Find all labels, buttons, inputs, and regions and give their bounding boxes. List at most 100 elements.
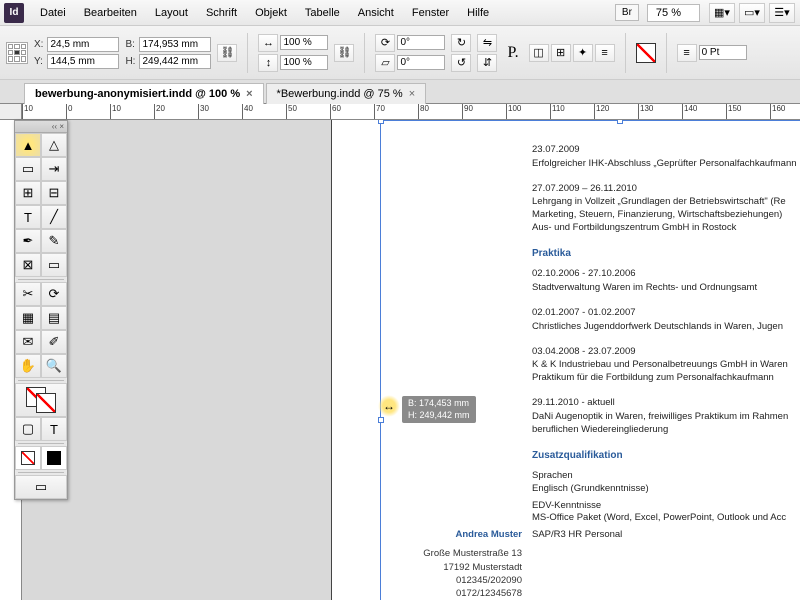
apply-color-icon[interactable]: [41, 446, 67, 470]
menu-layout[interactable]: Layout: [147, 3, 196, 23]
line-tool[interactable]: ╱: [41, 205, 67, 229]
tab-bewerbung-anonymisiert[interactable]: bewerbung-anonymisiert.indd @ 100 % ×: [24, 83, 264, 104]
formatting-container-icon[interactable]: ▢: [15, 417, 41, 441]
cv-entry: 02.10.2006 - 27.10.2006Stadtverwaltung W…: [532, 268, 800, 295]
constrain-scale-icon[interactable]: ⛓: [334, 44, 354, 62]
pencil-tool[interactable]: ✎: [41, 229, 67, 253]
direct-selection-tool[interactable]: △: [41, 133, 67, 157]
sender-name: Andrea Muster: [392, 528, 522, 541]
stroke-weight-input[interactable]: [699, 45, 747, 60]
menu-hilfe[interactable]: Hilfe: [459, 3, 497, 23]
formatting-text-icon[interactable]: T: [41, 417, 67, 441]
ruler-tick: 20: [154, 104, 165, 119]
ruler-tick: 10: [110, 104, 121, 119]
effects-icon[interactable]: ✦: [573, 44, 593, 62]
wrap-icon[interactable]: ≡: [595, 44, 615, 62]
toolbox-panel[interactable]: ‹‹ × ▲ △ ▭ ⇥ ⊞ ⊟ T ╱ ✒ ✎ ⊠ ▭ ✂ ⟳ ▦ ▤ ✉ ✐…: [14, 120, 68, 500]
ruler-tick: 10: [22, 104, 33, 119]
control-bar: X: Y: B: H: ⛓ ↔ ↕ ⛓ ⟳ ▱ ↻ ↺ ⇋ ⇵ P. ◫ ⊞ ✦…: [0, 26, 800, 80]
ruler-tick: 80: [418, 104, 429, 119]
menu-fenster[interactable]: Fenster: [404, 3, 457, 23]
page-tool[interactable]: ▭: [15, 157, 41, 181]
flip-h-icon[interactable]: ⇋: [477, 34, 497, 52]
view-options-icon[interactable]: ▦▾: [709, 3, 735, 23]
zoom-tool[interactable]: 🔍: [41, 354, 67, 378]
ruler-tick: 140: [682, 104, 697, 119]
resize-cursor-icon: ↔: [378, 395, 400, 417]
ruler-tick: 0: [66, 104, 72, 119]
x-label: X:: [34, 39, 43, 50]
scale-y-input[interactable]: [280, 55, 328, 70]
note-tool[interactable]: ✉: [15, 330, 41, 354]
select-container-icon[interactable]: ◫: [529, 44, 549, 62]
x-input[interactable]: [47, 37, 119, 52]
view-mode-toggle[interactable]: ▭: [15, 475, 67, 499]
position-fields: X: Y:: [34, 37, 119, 69]
shear-icon: ▱: [375, 54, 395, 72]
free-transform-tool[interactable]: ⟳: [41, 282, 67, 306]
gradient-feather-tool[interactable]: ▤: [41, 306, 67, 330]
ruler-tick: 60: [330, 104, 341, 119]
select-content-icon[interactable]: ⊞: [551, 44, 571, 62]
document-page[interactable]: ↔ B: 174,453 mm H: 249,442 mm Andrea Mus…: [332, 120, 800, 600]
ruler-origin[interactable]: [0, 104, 22, 120]
fill-swatch[interactable]: [636, 43, 656, 63]
stroke-weight-icon: ≡: [677, 44, 697, 62]
y-input[interactable]: [47, 54, 119, 69]
scale-x-input[interactable]: [280, 35, 328, 50]
rotate-icon: ⟳: [375, 34, 395, 52]
gap-tool[interactable]: ⇥: [41, 157, 67, 181]
sender-column: Andrea Muster Große Musterstraße 13 1719…: [392, 528, 522, 600]
rotate-cw-icon[interactable]: ↻: [451, 34, 471, 52]
cv-entry: 02.01.2007 - 01.02.2007Christliches Juge…: [532, 307, 800, 334]
cv-entry: 23.07.2009Erfolgreicher IHK-Abschluss „G…: [532, 144, 800, 171]
ruler-tick: 110: [550, 104, 565, 119]
fill-stroke-swatch[interactable]: [15, 383, 67, 417]
scale-x-icon: ↔: [258, 34, 278, 52]
type-tool[interactable]: T: [15, 205, 41, 229]
menu-ansicht[interactable]: Ansicht: [350, 3, 402, 23]
ruler-tick: 40: [242, 104, 253, 119]
close-icon[interactable]: ×: [409, 88, 415, 100]
menu-schrift[interactable]: Schrift: [198, 3, 245, 23]
horizontal-ruler[interactable]: 1001020304050607080901001101201301401501…: [22, 104, 800, 120]
cv-entry: 27.07.2009 – 26.11.2010Lehrgang in Vollz…: [532, 183, 800, 235]
eyedropper-tool[interactable]: ✐: [41, 330, 67, 354]
paragraph-style-indicator: P.: [503, 44, 522, 62]
toolbox-header[interactable]: ‹‹ ×: [15, 121, 67, 133]
height-input[interactable]: [139, 54, 211, 69]
zoom-level-dropdown[interactable]: 75 %: [647, 4, 700, 22]
ruler-tick: 70: [374, 104, 385, 119]
page-text-frame[interactable]: 23.07.2009Erfolgreicher IHK-Abschluss „G…: [532, 144, 800, 546]
rectangle-tool[interactable]: ▭: [41, 253, 67, 277]
menu-tabelle[interactable]: Tabelle: [297, 3, 348, 23]
content-placer-tool[interactable]: ⊟: [41, 181, 67, 205]
reference-point-picker[interactable]: [6, 42, 28, 64]
flip-v-icon[interactable]: ⇵: [477, 54, 497, 72]
menu-objekt[interactable]: Objekt: [247, 3, 295, 23]
menu-bearbeiten[interactable]: Bearbeiten: [76, 3, 145, 23]
hand-tool[interactable]: ✋: [15, 354, 41, 378]
canvas-area[interactable]: ↔ B: 174,453 mm H: 249,442 mm Andrea Mus…: [22, 120, 800, 600]
tab-bewerbung[interactable]: *Bewerbung.indd @ 75 % ×: [266, 83, 427, 104]
apply-none-icon[interactable]: [15, 446, 41, 470]
rotate-input[interactable]: [397, 35, 445, 50]
close-icon[interactable]: ×: [246, 88, 252, 100]
bridge-button[interactable]: Br: [615, 4, 639, 21]
arrange-icon[interactable]: ☰▾: [769, 3, 795, 23]
screen-mode-icon[interactable]: ▭▾: [739, 3, 765, 23]
rectangle-frame-tool[interactable]: ⊠: [15, 253, 41, 277]
rotate-ccw-icon[interactable]: ↺: [451, 54, 471, 72]
gradient-swatch-tool[interactable]: ▦: [15, 306, 41, 330]
scissors-tool[interactable]: ✂: [15, 282, 41, 306]
content-collector-tool[interactable]: ⊞: [15, 181, 41, 205]
menu-datei[interactable]: Datei: [32, 3, 74, 23]
width-input[interactable]: [139, 37, 211, 52]
section-heading: Zusatzqualifikation: [532, 449, 800, 463]
h-label: H:: [125, 56, 135, 67]
pen-tool[interactable]: ✒: [15, 229, 41, 253]
constrain-proportions-icon[interactable]: ⛓: [217, 44, 237, 62]
guide-vertical[interactable]: [380, 120, 381, 600]
selection-tool[interactable]: ▲: [15, 133, 41, 157]
shear-input[interactable]: [397, 55, 445, 70]
